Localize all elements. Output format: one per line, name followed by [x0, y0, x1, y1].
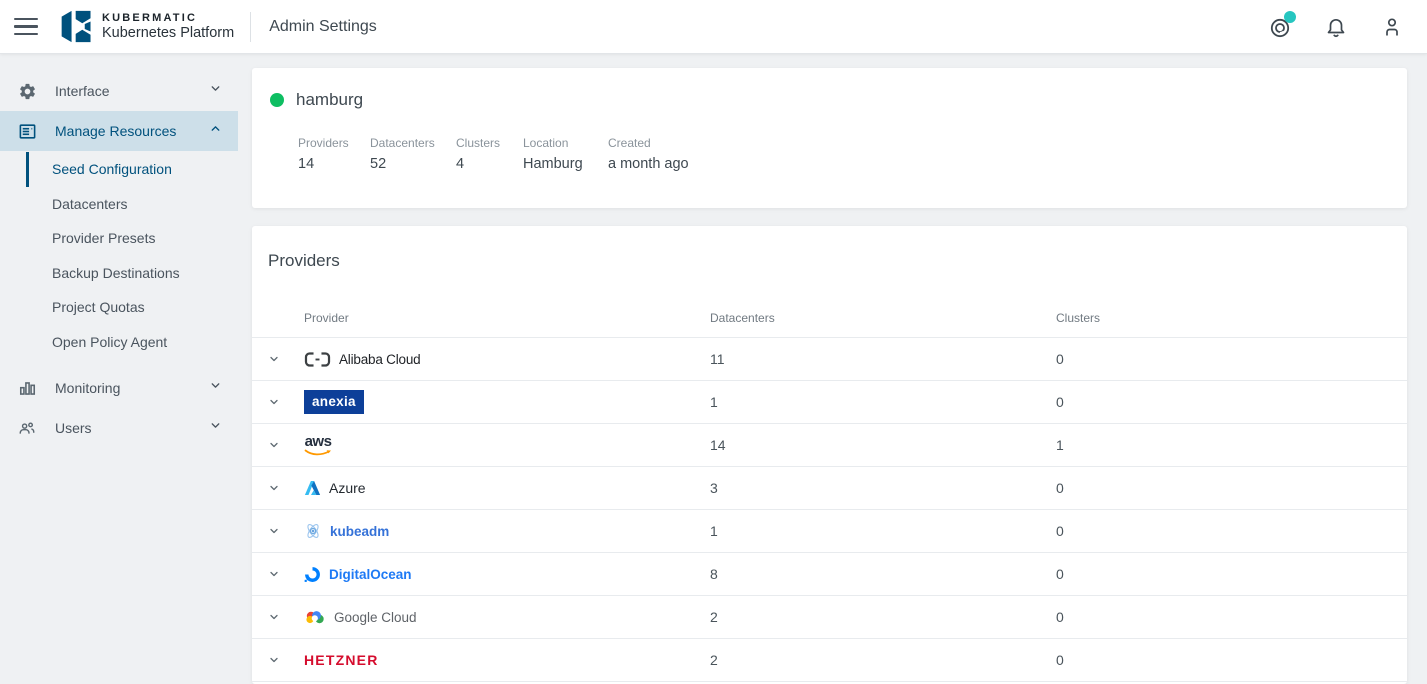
clusters-count: 0 — [1056, 523, 1407, 539]
google-cloud-logo — [304, 609, 326, 625]
table-row-anexia[interactable]: anexia 1 0 — [252, 381, 1407, 424]
manage-resources-submenu: Seed Configuration Datacenters Provider … — [0, 152, 238, 359]
topbar-divider — [250, 12, 251, 42]
provider-name: Azure — [329, 480, 366, 496]
sidebar-item-interface[interactable]: Interface — [0, 71, 238, 111]
column-clusters: Clusters — [1056, 311, 1407, 325]
chevron-down-icon — [209, 379, 222, 397]
sidebar-item-provider-presets[interactable]: Provider Presets — [26, 221, 238, 256]
column-datacenters: Datacenters — [710, 311, 1056, 325]
clusters-count: 0 — [1056, 480, 1407, 496]
list-box-icon — [16, 122, 38, 141]
providers-title: Providers — [268, 250, 1407, 272]
chevron-down-icon[interactable] — [268, 611, 304, 623]
anexia-logo: anexia — [304, 390, 364, 414]
users-icon — [16, 419, 38, 438]
bar-chart-icon — [16, 379, 38, 398]
gear-icon — [16, 82, 38, 101]
aws-logo: aws — [304, 434, 332, 457]
seed-name: hamburg — [296, 90, 363, 110]
seed-stats: Providers 14 Datacenters 52 Clusters 4 L… — [270, 136, 1389, 172]
datacenters-count: 2 — [710, 652, 1056, 668]
chevron-down-icon[interactable] — [268, 439, 304, 451]
sidebar-item-monitoring[interactable]: Monitoring — [0, 368, 238, 408]
digitalocean-logo — [304, 566, 321, 583]
sidebar-item-label: Users — [55, 420, 92, 436]
stat-providers: Providers 14 — [298, 136, 370, 172]
datacenters-count: 1 — [710, 523, 1056, 539]
chevron-down-icon — [209, 82, 222, 100]
announcements-icon[interactable] — [1267, 14, 1293, 40]
clusters-count: 0 — [1056, 652, 1407, 668]
stat-clusters: Clusters 4 — [456, 136, 523, 172]
table-row-alibaba-cloud[interactable]: Alibaba Cloud 11 0 — [252, 338, 1407, 381]
sidebar-item-backup-destinations[interactable]: Backup Destinations — [26, 256, 238, 291]
stat-created: Created a month ago — [608, 136, 689, 172]
hetzner-logo: HETZNER — [304, 652, 379, 668]
seed-status-dot — [270, 93, 284, 107]
provider-name: kubeadm — [330, 524, 389, 539]
sidebar-item-project-quotas[interactable]: Project Quotas — [26, 290, 238, 325]
table-row-hetzner[interactable]: HETZNER 2 0 — [252, 639, 1407, 682]
brand-text: KUBERMATIC Kubernetes Platform — [102, 12, 234, 41]
datacenters-count: 14 — [710, 437, 1056, 453]
stat-location: Location Hamburg — [523, 136, 608, 172]
datacenters-count: 8 — [710, 566, 1056, 582]
notification-dot — [1284, 11, 1296, 23]
datacenters-count: 3 — [710, 480, 1056, 496]
provider-name: Alibaba Cloud — [339, 352, 420, 367]
providers-table-header: Provider Datacenters Clusters — [252, 298, 1407, 338]
bell-icon[interactable] — [1323, 14, 1349, 40]
sidebar-item-open-policy-agent[interactable]: Open Policy Agent — [26, 325, 238, 360]
chevron-down-icon[interactable] — [268, 353, 304, 365]
sidebar-item-label: Interface — [55, 83, 109, 99]
kubermatic-logo[interactable]: KUBERMATIC Kubernetes Platform — [60, 8, 234, 45]
sidebar-item-datacenters[interactable]: Datacenters — [26, 187, 238, 222]
table-row-azure[interactable]: Azure 3 0 — [252, 467, 1407, 510]
user-menu-icon[interactable] — [1379, 14, 1405, 40]
table-row-google-cloud[interactable]: Google Cloud 2 0 — [252, 596, 1407, 639]
chevron-down-icon[interactable] — [268, 396, 304, 408]
seed-summary-card: hamburg Providers 14 Datacenters 52 Clus… — [252, 68, 1407, 208]
stat-datacenters: Datacenters 52 — [370, 136, 456, 172]
sidebar-item-label: Monitoring — [55, 380, 120, 396]
clusters-count: 0 — [1056, 394, 1407, 410]
brand-subtitle: Kubernetes Platform — [102, 25, 234, 41]
clusters-count: 1 — [1056, 437, 1407, 453]
clusters-count: 0 — [1056, 566, 1407, 582]
topbar-actions — [1267, 14, 1405, 40]
clusters-count: 0 — [1056, 609, 1407, 625]
table-row-kubeadm[interactable]: kubeadm 1 0 — [252, 510, 1407, 553]
provider-name: Google Cloud — [334, 610, 417, 625]
chevron-down-icon[interactable] — [268, 568, 304, 580]
datacenters-count: 1 — [710, 394, 1056, 410]
brand-name: KUBERMATIC — [102, 12, 234, 24]
kubermatic-logo-mark — [60, 8, 93, 45]
sidebar-item-manage-resources[interactable]: Manage Resources — [0, 111, 238, 151]
table-row-digitalocean[interactable]: DigitalOcean 8 0 — [252, 553, 1407, 596]
column-provider: Provider — [304, 311, 710, 325]
sidebar-item-users[interactable]: Users — [0, 408, 238, 448]
page-title: Admin Settings — [269, 18, 377, 36]
chevron-up-icon — [209, 122, 222, 140]
datacenters-count: 2 — [710, 609, 1056, 625]
provider-name: DigitalOcean — [329, 567, 412, 582]
datacenters-count: 11 — [710, 351, 1056, 367]
sidebar: Interface Manage Resources Seed C — [0, 54, 238, 684]
chevron-down-icon[interactable] — [268, 525, 304, 537]
sidebar-item-seed-configuration[interactable]: Seed Configuration — [26, 152, 238, 187]
clusters-count: 0 — [1056, 351, 1407, 367]
sidebar-item-label: Manage Resources — [55, 123, 176, 139]
alibaba-cloud-logo — [304, 351, 331, 368]
content-area: hamburg Providers 14 Datacenters 52 Clus… — [238, 54, 1427, 684]
chevron-down-icon[interactable] — [268, 654, 304, 666]
table-row-aws[interactable]: aws 14 1 — [252, 424, 1407, 467]
azure-logo — [304, 480, 321, 496]
providers-card: Providers Provider Datacenters Clusters — [252, 226, 1407, 684]
menu-icon[interactable] — [14, 18, 38, 36]
chevron-down-icon — [209, 419, 222, 437]
kubeadm-logo — [304, 522, 322, 540]
chevron-down-icon[interactable] — [268, 482, 304, 494]
topbar: KUBERMATIC Kubernetes Platform Admin Set… — [0, 0, 1427, 54]
